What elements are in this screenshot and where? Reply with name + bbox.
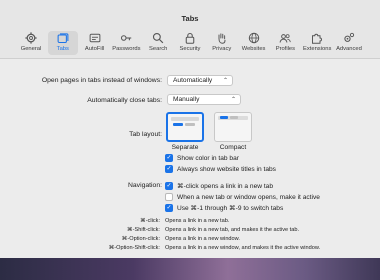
tab-autofill[interactable]: AutoFill [80, 31, 110, 55]
checkbox-checked[interactable]: ✓ [165, 154, 173, 162]
tab-profiles[interactable]: Profiles [270, 31, 300, 55]
key-icon [121, 35, 132, 41]
tab-passwords-label: Passwords [112, 46, 141, 52]
layout-separate-thumbnail[interactable] [166, 112, 204, 142]
safari-settings-window: Tabs General Tabs AutoFill Passwords Sea… [0, 0, 380, 258]
tab-advanced[interactable]: Advanced [334, 31, 364, 55]
open-pages-label: Open pages in tabs instead of windows: [41, 77, 162, 84]
tab-tabs[interactable]: Tabs [47, 31, 78, 55]
shortcut-key: ⌘-Shift-click: [127, 227, 160, 233]
tab-search-label: Search [149, 46, 168, 52]
titlebar: Tabs General Tabs AutoFill Passwords Sea… [0, 0, 380, 59]
shortcut-key: ⌘-click: [140, 218, 160, 224]
make-active-checkbox-row[interactable]: When a new tab or window opens, make it … [165, 193, 320, 201]
gear-icon [25, 32, 37, 44]
tab-advanced-label: Advanced [336, 46, 362, 52]
tab-tabs-label: Tabs [56, 46, 69, 52]
make-active-label: When a new tab or window opens, make it … [177, 193, 320, 201]
shortcut-key: ⌘-Option-click: [121, 236, 160, 242]
puzzle-icon [312, 33, 323, 44]
open-pages-popup[interactable]: Automatically ⌃ [167, 75, 233, 86]
shortcut-description: Opens a link in a new window. [165, 236, 240, 242]
search-icon [153, 32, 164, 44]
tab-layout-label: Tab layout: [129, 131, 162, 138]
checkbox-checked[interactable]: ✓ [165, 165, 173, 173]
website-titles-label: Always show website titles in tabs [177, 165, 276, 173]
chevron-updown-icon: ⌃ [222, 78, 228, 84]
shortcut-description: Opens a link in a new tab. [165, 218, 230, 224]
shortcut-description: Opens a link in a new window, and makes … [165, 245, 321, 251]
checkbox-checked[interactable]: ✓ [165, 204, 173, 212]
shortcut-description: Opens a link in a new tab, and makes it … [165, 227, 300, 233]
tab-extensions[interactable]: Extensions [302, 31, 332, 55]
tab-security[interactable]: Security [175, 31, 205, 55]
show-color-label: Show color in tab bar [177, 154, 239, 162]
open-pages-value: Automatically [173, 77, 213, 84]
checkbox-checked[interactable]: ✓ [165, 182, 173, 190]
tab-privacy-label: Privacy [212, 46, 232, 52]
layout-compact-thumbnail[interactable] [214, 112, 252, 142]
layout-separate-label: Separate [171, 144, 199, 151]
layout-compact-label: Compact [219, 144, 247, 151]
hand-icon [218, 33, 226, 44]
tab-profiles-label: Profiles [275, 46, 296, 52]
tab-security-label: Security [179, 46, 201, 52]
website-titles-checkbox-row[interactable]: ✓ Always show website titles in tabs [165, 165, 276, 173]
tabs-icon [57, 33, 69, 44]
tab-websites-label: Websites [241, 46, 266, 52]
cmd-click-label: ⌘-click opens a link in a new tab [177, 183, 274, 190]
checkbox-unchecked[interactable] [165, 193, 173, 201]
auto-close-label: Automatically close tabs: [87, 97, 162, 104]
tab-extensions-label: Extensions [302, 46, 332, 52]
show-color-checkbox-row[interactable]: ✓ Show color in tab bar [165, 154, 239, 162]
tab-autofill-label: AutoFill [84, 46, 105, 52]
window-title: Tabs [181, 14, 199, 23]
tab-general[interactable]: General [16, 31, 46, 55]
tab-general-label: General [20, 46, 42, 52]
auto-close-popup[interactable]: Manually ⌃ [167, 94, 241, 105]
tab-passwords[interactable]: Passwords [111, 31, 141, 55]
switch-tabs-label: Use ⌘-1 through ⌘-9 to switch tabs [177, 205, 284, 212]
shortcut-key: ⌘-Option-Shift-click: [108, 245, 160, 251]
tab-search[interactable]: Search [143, 31, 173, 55]
settings-toolbar: General Tabs AutoFill Passwords Search S… [16, 31, 364, 55]
tab-websites[interactable]: Websites [239, 31, 269, 55]
cmd-click-checkbox-row[interactable]: ✓ ⌘-click opens a link in a new tab [165, 182, 273, 190]
lock-icon [185, 32, 195, 44]
profiles-icon [280, 34, 292, 43]
advanced-gear-icon [344, 32, 355, 42]
chevron-updown-icon: ⌃ [230, 97, 236, 103]
switch-tabs-checkbox-row[interactable]: ✓ Use ⌘-1 through ⌘-9 to switch tabs [165, 204, 283, 212]
tab-privacy[interactable]: Privacy [207, 31, 237, 55]
auto-close-value: Manually [173, 96, 200, 103]
desktop-wallpaper [0, 258, 380, 280]
navigation-label: Navigation: [127, 182, 162, 189]
globe-icon [248, 32, 259, 44]
autofill-icon [89, 33, 100, 43]
